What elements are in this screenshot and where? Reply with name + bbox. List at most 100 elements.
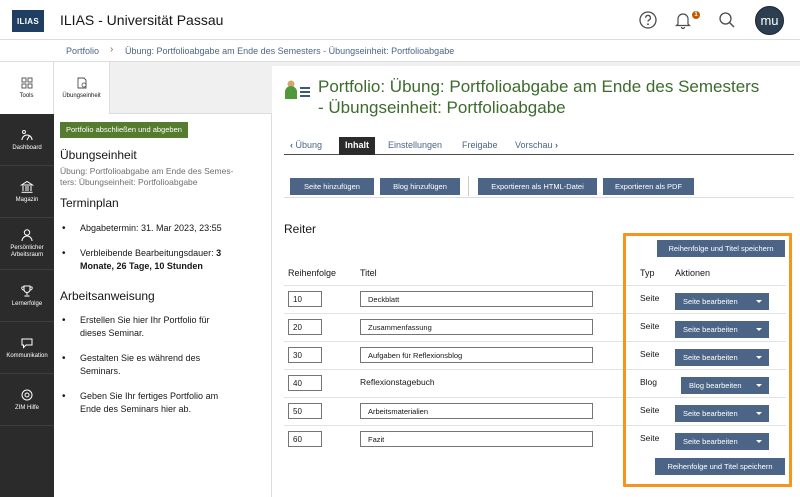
edit-page-button[interactable]: Seite bearbeiten — [675, 293, 769, 310]
breadcrumb-item-portfolio[interactable]: Portfolio — [66, 46, 99, 56]
mainbar-item-label: Persönlicher Arbeitsraum — [10, 245, 44, 258]
caret-down-icon — [756, 384, 762, 387]
column-header-title: Titel — [360, 268, 377, 278]
order-input[interactable] — [288, 403, 322, 419]
remaining-label: Verbleibende Bearbeitungsdauer: — [80, 248, 217, 258]
mainbar-item-help[interactable]: ZIM Hilfe — [0, 374, 54, 426]
remaining-value: Monate, 26 Tage, 10 Stunden — [80, 261, 203, 271]
type-cell: Seite — [640, 321, 660, 331]
ilias-logo[interactable]: ILIAS — [12, 10, 44, 32]
order-input[interactable] — [288, 375, 322, 391]
save-order-button-top[interactable]: Reihenfolge und Titel speichern — [657, 240, 785, 257]
order-input[interactable] — [288, 431, 322, 447]
grid-icon — [21, 77, 32, 89]
edit-page-button[interactable]: Seite bearbeiten — [675, 433, 769, 450]
edit-page-button[interactable]: Seite bearbeiten — [675, 349, 769, 366]
table-row: Seite Seite bearbeiten — [284, 425, 786, 453]
breadcrumb: Portfolio › Übung: Portfolioabgabe am En… — [0, 40, 800, 62]
mainbar: Tools Dashboard Magazin Persönlicher Arb… — [0, 62, 54, 497]
add-page-button[interactable]: Seite hinzufügen — [290, 178, 374, 195]
mainbar-item-dashboard[interactable]: Dashboard — [0, 114, 54, 166]
order-input[interactable] — [288, 291, 322, 307]
deadline-text: Abgabetermin: 31. Mar 2023, 23:55 — [80, 223, 222, 233]
portfolio-icon — [285, 80, 310, 99]
title-input[interactable] — [360, 431, 593, 447]
mainbar-item-label: Kommunikation — [6, 352, 48, 359]
trophy-icon — [21, 285, 33, 297]
toolbar: Seite hinzufügen Blog hinzufügen Exporti… — [284, 168, 794, 198]
remaining-value: 3 — [216, 248, 222, 258]
mainbar-dark-area: Dashboard Magazin Persönlicher Arbeitsra… — [0, 114, 54, 497]
list-item: Gestalten Sie es während desSeminars. — [54, 352, 266, 378]
table-row: Seite Seite bearbeiten — [284, 397, 786, 425]
bell-icon[interactable] — [672, 9, 694, 31]
tab-preview[interactable]: Vorschau › — [509, 137, 564, 155]
help-icon[interactable] — [637, 9, 659, 31]
export-pdf-button[interactable]: Exportieren als PDF — [603, 178, 694, 195]
search-icon[interactable] — [716, 9, 738, 31]
schedule-list: Abgabetermin: 31. Mar 2023, 23:55 Verble… — [54, 222, 266, 285]
edit-page-button[interactable]: Seite bearbeiten — [675, 405, 769, 422]
list-item: Verbleibende Bearbeitungsdauer: 3 Monate,… — [54, 247, 266, 273]
mainbar-item-label: ZIM Hilfe — [15, 404, 39, 411]
title-text: Reflexionstagebuch — [360, 377, 435, 387]
mainbar-item-label: Lernerfolge — [11, 300, 43, 307]
chevron-right-icon: › — [110, 44, 114, 55]
edit-blog-button[interactable]: Blog bearbeiten — [681, 377, 769, 394]
tab-back-exercise[interactable]: ‹ Übung — [284, 137, 328, 155]
instructions-heading: Arbeitsanweisung — [60, 289, 155, 303]
order-input[interactable] — [288, 347, 322, 363]
mainbar-item-achievements[interactable]: Lernerfolge — [0, 270, 54, 322]
breadcrumb-item-unit[interactable]: Übung: Portfolioabgabe am Ende des Semes… — [125, 46, 454, 56]
dashboard-icon — [21, 129, 33, 140]
submit-portfolio-button[interactable]: Portfolio abschließen und abgeben — [60, 122, 188, 138]
page-title: Portfolio: Übung: Portfolioabgabe am End… — [318, 77, 760, 117]
mainbar-item-workspace[interactable]: Persönlicher Arbeitsraum — [0, 218, 54, 270]
export-html-button[interactable]: Exportieren als HTML-Datei — [478, 178, 597, 195]
type-cell: Blog — [640, 377, 658, 387]
slate-tab-label: Übungseinheit — [62, 93, 101, 99]
order-input[interactable] — [288, 319, 322, 335]
mainbar-item-label: Magazin — [15, 196, 39, 203]
table-row: Seite Seite bearbeiten — [284, 341, 786, 369]
title-input[interactable] — [360, 403, 593, 419]
unit-text-line2: ters: Übungseinheit: Portfolioabgabe — [60, 177, 198, 187]
slate-tabbar — [110, 62, 272, 114]
mainbar-item-magazin[interactable]: Magazin — [0, 166, 54, 218]
add-blog-button[interactable]: Blog hinzufügen — [380, 178, 460, 195]
caret-down-icon — [756, 440, 762, 443]
slate-panel: Übungseinheit Portfolio abschließen und … — [54, 62, 272, 497]
save-order-button-bottom[interactable]: Reihenfolge und Titel speichern — [655, 458, 785, 475]
caret-down-icon — [756, 412, 762, 415]
toolbar-divider — [468, 176, 469, 196]
type-cell: Seite — [640, 349, 660, 359]
lifebuoy-icon — [21, 389, 33, 400]
type-cell: Seite — [640, 433, 660, 443]
notification-badge: 1 — [692, 11, 700, 19]
list-item: Geben Sie Ihr fertiges Portfolio amEnde … — [54, 390, 266, 416]
title-input[interactable] — [360, 319, 593, 335]
tab-sharing[interactable]: Freigabe — [456, 137, 504, 155]
avatar[interactable]: mu — [755, 6, 784, 35]
mainbar-tools-label: Tools — [19, 93, 34, 99]
site-title: ILIAS - Universität Passau — [60, 12, 224, 28]
caret-down-icon — [756, 300, 762, 303]
unit-heading: Übungseinheit — [60, 148, 137, 162]
title-input[interactable] — [360, 291, 593, 307]
mainbar-item-communication[interactable]: Kommunikation — [0, 322, 54, 374]
title-input[interactable] — [360, 347, 593, 363]
unit-text-line1: Übung: Portfolioabgabe am Ende des Semes… — [60, 166, 234, 176]
edit-page-button[interactable]: Seite bearbeiten — [675, 321, 769, 338]
content-top-strip — [272, 62, 800, 66]
schedule-heading: Terminplan — [60, 196, 119, 210]
mainbar-tools[interactable]: Tools — [0, 62, 54, 114]
slate-tab-unit[interactable]: Übungseinheit — [54, 62, 110, 114]
section-title: Reiter — [284, 222, 317, 236]
exercise-icon — [77, 77, 86, 89]
table-row: Seite Seite bearbeiten — [284, 313, 786, 341]
type-cell: Seite — [640, 405, 660, 415]
tab-content[interactable]: Inhalt — [339, 137, 375, 155]
tab-bar: ‹ Übung Inhalt Einstellungen Freigabe Vo… — [284, 137, 794, 155]
caret-down-icon — [756, 328, 762, 331]
tab-settings[interactable]: Einstellungen — [382, 137, 448, 155]
